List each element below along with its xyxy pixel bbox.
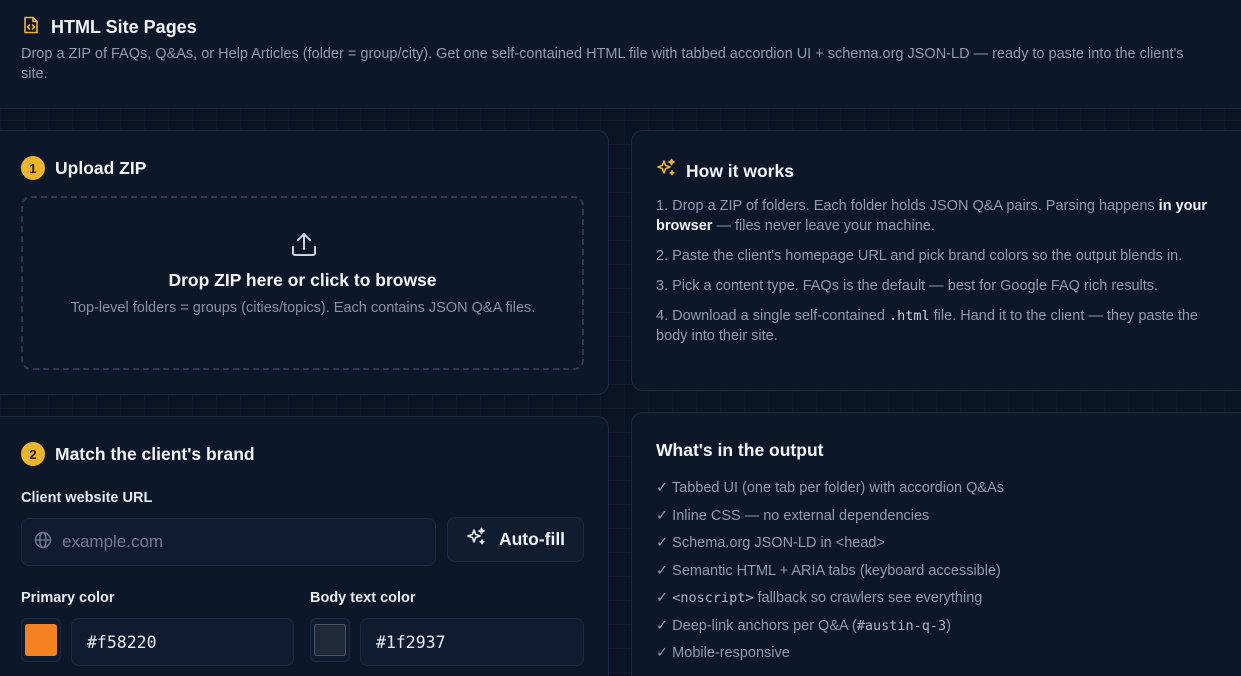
body-color-picker[interactable] [310,618,350,662]
body-color-swatch [314,624,346,656]
auto-fill-label: Auto-fill [498,529,566,549]
upload-title: Upload ZIP [55,157,147,178]
output-item: ✓ Deep-link anchors per Q&A (#austin-q-3… [656,617,951,634]
how-list: 1. Drop a ZIP of folders. Each folder ho… [656,196,1222,356]
sparkles-icon [466,527,487,553]
primary-color-label: Primary color [21,590,115,606]
step-badge: 1 [21,156,45,180]
how-header: How it works [656,158,794,184]
url-input[interactable] [62,532,402,552]
step-badge: 2 [21,442,45,466]
url-label: Client website URL [21,490,153,506]
auto-fill-button[interactable]: Auto-fill [447,517,584,562]
how-step-2: 2. Paste the client's homepage URL and p… [656,248,1183,264]
page-title: HTML Site Pages [51,17,197,37]
primary-color-picker[interactable] [21,618,61,662]
brand-title: Match the client's brand [55,443,255,464]
output-title: What's in the output [656,440,824,460]
page-subtitle: Drop a ZIP of FAQs, Q&As, or Help Articl… [21,46,1184,82]
how-step-4: 4. Download a single self-contained .htm… [656,308,1198,344]
body-color-input[interactable]: #1f2937 [360,618,584,666]
output-item: ✓ Inline CSS — no external dependencies [656,507,930,524]
output-item: ✓ Schema.org JSON-LD in <head> [656,535,885,551]
how-step-3: 3. Pick a content type. FAQs is the defa… [656,278,1159,294]
sparkles-icon [656,158,677,184]
upload-step-header: 1 Upload ZIP [21,156,146,180]
zip-dropzone[interactable]: Drop ZIP here or click to browse Top-lev… [21,196,584,370]
brand-step-header: 2 Match the client's brand [21,442,255,466]
how-step-1: 1. Drop a ZIP of folders. Each folder ho… [656,198,1208,234]
page-header: HTML Site Pages [21,15,197,40]
primary-color-swatch [25,624,57,656]
primary-color-input[interactable]: #f58220 [71,618,294,666]
file-code-icon [21,15,41,40]
globe-icon [34,531,52,554]
how-title: How it works [686,160,794,181]
url-input-wrapper[interactable] [21,518,436,566]
dropzone-hint: Top-level folders = groups (cities/topic… [70,300,536,316]
upload-icon [290,230,318,263]
output-list: ✓ Tabbed UI (one tab per folder) with ac… [656,478,1222,671]
output-header: What's in the output [656,440,823,461]
dropzone-title: Drop ZIP here or click to browse [168,270,437,290]
body-color-label: Body text color [310,590,416,606]
output-item: ✓ Mobile-responsive [656,645,790,661]
output-item: ✓ Tabbed UI (one tab per folder) with ac… [656,480,1004,496]
output-item: ✓ <noscript> fallback so crawlers see ev… [656,590,983,606]
output-item: ✓ Semantic HTML + ARIA tabs (keyboard ac… [656,562,1001,579]
